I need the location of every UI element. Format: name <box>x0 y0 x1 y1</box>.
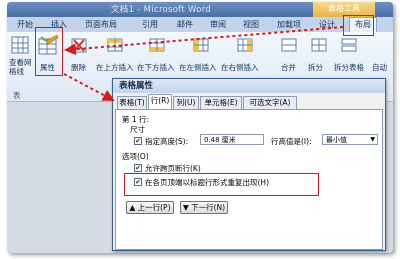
arrow-layout-to-properties <box>64 26 344 56</box>
annotation-arrows <box>63 26 344 101</box>
arrow-properties-to-dialog <box>63 73 115 101</box>
